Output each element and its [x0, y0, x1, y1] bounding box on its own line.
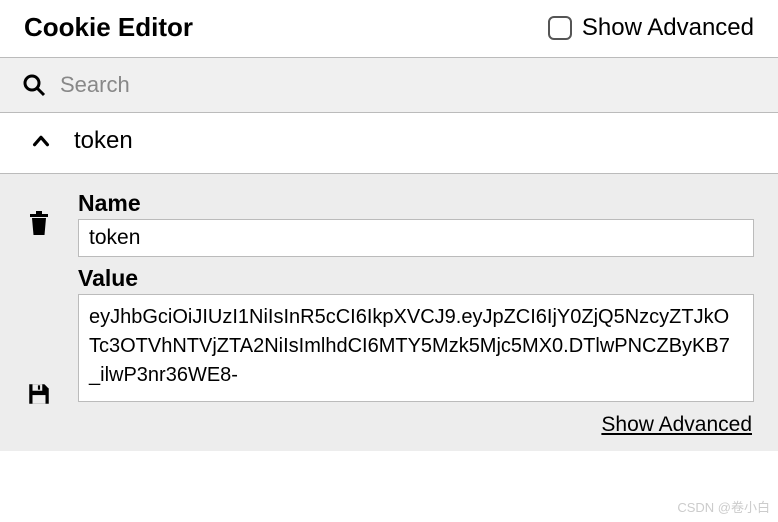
- name-label: Name: [78, 190, 754, 217]
- search-input[interactable]: [60, 72, 756, 98]
- cookie-header-row[interactable]: token: [0, 113, 778, 174]
- watermark: CSDN @卷小白: [677, 497, 770, 516]
- cookie-details: Name Value Show Advanced: [0, 174, 778, 451]
- name-input[interactable]: [78, 219, 754, 257]
- value-label: Value: [78, 265, 754, 292]
- checkbox-icon[interactable]: [548, 16, 572, 40]
- show-advanced-link[interactable]: Show Advanced: [78, 413, 754, 437]
- search-icon: [22, 73, 46, 97]
- cookie-name-display: token: [74, 127, 133, 155]
- trash-icon[interactable]: [27, 210, 51, 236]
- value-row: Value Show Advanced: [14, 263, 754, 437]
- show-advanced-toggle[interactable]: Show Advanced: [548, 14, 754, 42]
- name-row: Name: [14, 188, 754, 257]
- header: Cookie Editor Show Advanced: [0, 0, 778, 58]
- save-icon[interactable]: [26, 381, 52, 407]
- show-advanced-label: Show Advanced: [582, 14, 754, 42]
- value-input[interactable]: [78, 294, 754, 402]
- page-title: Cookie Editor: [24, 12, 193, 43]
- chevron-up-icon[interactable]: [30, 130, 52, 152]
- search-bar: [0, 58, 778, 113]
